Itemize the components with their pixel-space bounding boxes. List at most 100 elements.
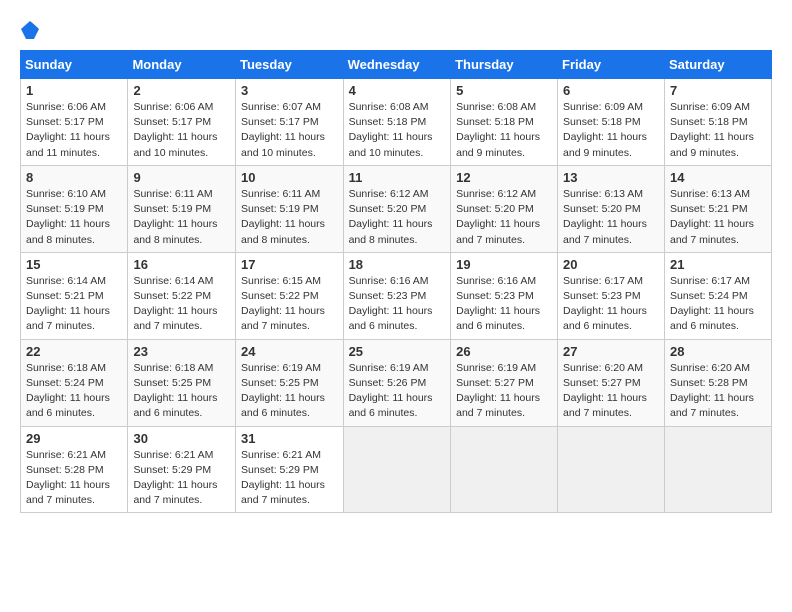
day-info: Sunrise: 6:13 AM Sunset: 5:20 PM Dayligh… (563, 187, 659, 248)
day-number: 29 (26, 431, 122, 446)
calendar-cell: 22 Sunrise: 6:18 AM Sunset: 5:24 PM Dayl… (21, 339, 128, 426)
day-info: Sunrise: 6:11 AM Sunset: 5:19 PM Dayligh… (133, 187, 230, 248)
calendar-cell (558, 426, 665, 513)
day-number: 25 (349, 344, 446, 359)
day-info: Sunrise: 6:16 AM Sunset: 5:23 PM Dayligh… (456, 274, 552, 335)
calendar-cell (343, 426, 451, 513)
day-info: Sunrise: 6:19 AM Sunset: 5:27 PM Dayligh… (456, 361, 552, 422)
day-header-friday: Friday (558, 51, 665, 79)
day-info: Sunrise: 6:08 AM Sunset: 5:18 PM Dayligh… (349, 100, 446, 161)
calendar-cell: 19 Sunrise: 6:16 AM Sunset: 5:23 PM Dayl… (451, 252, 558, 339)
calendar-cell: 12 Sunrise: 6:12 AM Sunset: 5:20 PM Dayl… (451, 165, 558, 252)
day-number: 22 (26, 344, 122, 359)
day-number: 3 (241, 83, 338, 98)
calendar-cell: 16 Sunrise: 6:14 AM Sunset: 5:22 PM Dayl… (128, 252, 236, 339)
calendar-cell: 13 Sunrise: 6:13 AM Sunset: 5:20 PM Dayl… (558, 165, 665, 252)
day-number: 26 (456, 344, 552, 359)
day-header-thursday: Thursday (451, 51, 558, 79)
calendar-cell: 6 Sunrise: 6:09 AM Sunset: 5:18 PM Dayli… (558, 79, 665, 166)
calendar-cell: 25 Sunrise: 6:19 AM Sunset: 5:26 PM Dayl… (343, 339, 451, 426)
day-info: Sunrise: 6:15 AM Sunset: 5:22 PM Dayligh… (241, 274, 338, 335)
week-row-1: 1 Sunrise: 6:06 AM Sunset: 5:17 PM Dayli… (21, 79, 772, 166)
day-number: 24 (241, 344, 338, 359)
day-number: 31 (241, 431, 338, 446)
day-number: 20 (563, 257, 659, 272)
day-number: 8 (26, 170, 122, 185)
day-info: Sunrise: 6:06 AM Sunset: 5:17 PM Dayligh… (26, 100, 122, 161)
calendar-cell: 24 Sunrise: 6:19 AM Sunset: 5:25 PM Dayl… (236, 339, 344, 426)
day-number: 21 (670, 257, 766, 272)
calendar-cell: 29 Sunrise: 6:21 AM Sunset: 5:28 PM Dayl… (21, 426, 128, 513)
day-number: 13 (563, 170, 659, 185)
calendar-cell: 26 Sunrise: 6:19 AM Sunset: 5:27 PM Dayl… (451, 339, 558, 426)
day-number: 15 (26, 257, 122, 272)
day-info: Sunrise: 6:20 AM Sunset: 5:28 PM Dayligh… (670, 361, 766, 422)
calendar-cell: 10 Sunrise: 6:11 AM Sunset: 5:19 PM Dayl… (236, 165, 344, 252)
day-number: 17 (241, 257, 338, 272)
day-number: 1 (26, 83, 122, 98)
calendar-cell: 30 Sunrise: 6:21 AM Sunset: 5:29 PM Dayl… (128, 426, 236, 513)
day-info: Sunrise: 6:21 AM Sunset: 5:29 PM Dayligh… (133, 448, 230, 509)
day-info: Sunrise: 6:18 AM Sunset: 5:24 PM Dayligh… (26, 361, 122, 422)
calendar-cell: 15 Sunrise: 6:14 AM Sunset: 5:21 PM Dayl… (21, 252, 128, 339)
day-info: Sunrise: 6:21 AM Sunset: 5:28 PM Dayligh… (26, 448, 122, 509)
calendar-cell: 17 Sunrise: 6:15 AM Sunset: 5:22 PM Dayl… (236, 252, 344, 339)
calendar-cell: 5 Sunrise: 6:08 AM Sunset: 5:18 PM Dayli… (451, 79, 558, 166)
day-number: 9 (133, 170, 230, 185)
week-row-2: 8 Sunrise: 6:10 AM Sunset: 5:19 PM Dayli… (21, 165, 772, 252)
day-info: Sunrise: 6:20 AM Sunset: 5:27 PM Dayligh… (563, 361, 659, 422)
day-header-sunday: Sunday (21, 51, 128, 79)
day-number: 28 (670, 344, 766, 359)
day-info: Sunrise: 6:07 AM Sunset: 5:17 PM Dayligh… (241, 100, 338, 161)
day-info: Sunrise: 6:17 AM Sunset: 5:23 PM Dayligh… (563, 274, 659, 335)
day-info: Sunrise: 6:11 AM Sunset: 5:19 PM Dayligh… (241, 187, 338, 248)
day-header-wednesday: Wednesday (343, 51, 451, 79)
day-number: 4 (349, 83, 446, 98)
calendar-cell (451, 426, 558, 513)
day-number: 6 (563, 83, 659, 98)
day-number: 14 (670, 170, 766, 185)
calendar-cell: 14 Sunrise: 6:13 AM Sunset: 5:21 PM Dayl… (664, 165, 771, 252)
calendar-cell: 28 Sunrise: 6:20 AM Sunset: 5:28 PM Dayl… (664, 339, 771, 426)
calendar-cell: 2 Sunrise: 6:06 AM Sunset: 5:17 PM Dayli… (128, 79, 236, 166)
calendar-cell: 9 Sunrise: 6:11 AM Sunset: 5:19 PM Dayli… (128, 165, 236, 252)
calendar-table: SundayMondayTuesdayWednesdayThursdayFrid… (20, 50, 772, 513)
day-number: 23 (133, 344, 230, 359)
day-header-tuesday: Tuesday (236, 51, 344, 79)
calendar-cell: 18 Sunrise: 6:16 AM Sunset: 5:23 PM Dayl… (343, 252, 451, 339)
day-number: 30 (133, 431, 230, 446)
calendar-cell: 3 Sunrise: 6:07 AM Sunset: 5:17 PM Dayli… (236, 79, 344, 166)
day-number: 2 (133, 83, 230, 98)
day-info: Sunrise: 6:09 AM Sunset: 5:18 PM Dayligh… (670, 100, 766, 161)
day-number: 27 (563, 344, 659, 359)
day-number: 19 (456, 257, 552, 272)
day-info: Sunrise: 6:10 AM Sunset: 5:19 PM Dayligh… (26, 187, 122, 248)
day-number: 11 (349, 170, 446, 185)
calendar-cell: 1 Sunrise: 6:06 AM Sunset: 5:17 PM Dayli… (21, 79, 128, 166)
header-row: SundayMondayTuesdayWednesdayThursdayFrid… (21, 51, 772, 79)
day-number: 7 (670, 83, 766, 98)
calendar-cell (664, 426, 771, 513)
logo (20, 20, 44, 40)
week-row-5: 29 Sunrise: 6:21 AM Sunset: 5:28 PM Dayl… (21, 426, 772, 513)
header (20, 20, 772, 40)
calendar-cell: 11 Sunrise: 6:12 AM Sunset: 5:20 PM Dayl… (343, 165, 451, 252)
day-info: Sunrise: 6:19 AM Sunset: 5:26 PM Dayligh… (349, 361, 446, 422)
day-info: Sunrise: 6:06 AM Sunset: 5:17 PM Dayligh… (133, 100, 230, 161)
day-number: 5 (456, 83, 552, 98)
day-info: Sunrise: 6:16 AM Sunset: 5:23 PM Dayligh… (349, 274, 446, 335)
day-number: 16 (133, 257, 230, 272)
calendar-cell: 21 Sunrise: 6:17 AM Sunset: 5:24 PM Dayl… (664, 252, 771, 339)
week-row-4: 22 Sunrise: 6:18 AM Sunset: 5:24 PM Dayl… (21, 339, 772, 426)
day-info: Sunrise: 6:19 AM Sunset: 5:25 PM Dayligh… (241, 361, 338, 422)
calendar-cell: 27 Sunrise: 6:20 AM Sunset: 5:27 PM Dayl… (558, 339, 665, 426)
calendar-cell: 23 Sunrise: 6:18 AM Sunset: 5:25 PM Dayl… (128, 339, 236, 426)
calendar-cell: 8 Sunrise: 6:10 AM Sunset: 5:19 PM Dayli… (21, 165, 128, 252)
day-info: Sunrise: 6:14 AM Sunset: 5:21 PM Dayligh… (26, 274, 122, 335)
day-info: Sunrise: 6:12 AM Sunset: 5:20 PM Dayligh… (349, 187, 446, 248)
day-info: Sunrise: 6:08 AM Sunset: 5:18 PM Dayligh… (456, 100, 552, 161)
calendar-cell: 31 Sunrise: 6:21 AM Sunset: 5:29 PM Dayl… (236, 426, 344, 513)
day-info: Sunrise: 6:21 AM Sunset: 5:29 PM Dayligh… (241, 448, 338, 509)
day-header-saturday: Saturday (664, 51, 771, 79)
logo-icon (20, 20, 40, 40)
